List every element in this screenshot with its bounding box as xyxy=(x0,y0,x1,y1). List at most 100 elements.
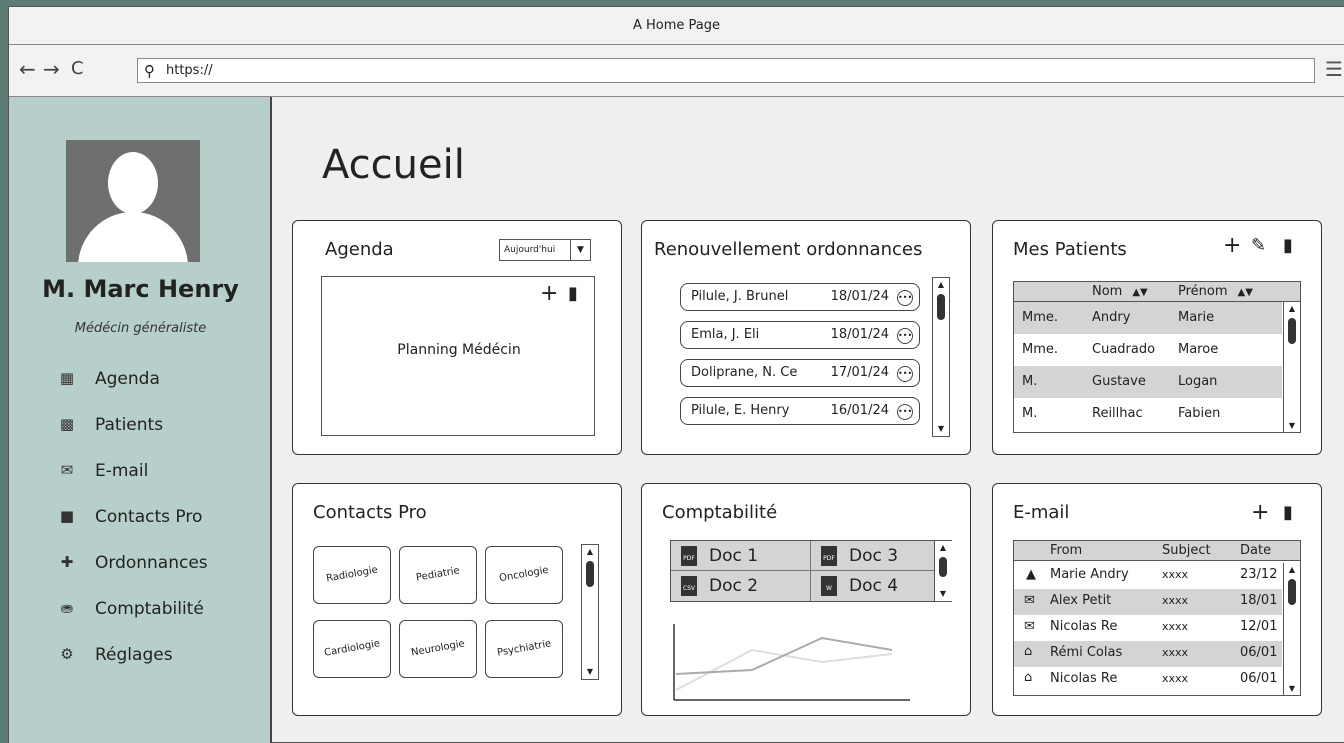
scroll-thumb[interactable] xyxy=(1288,318,1296,344)
chevron-down-icon: ▼ xyxy=(570,240,590,260)
scroll-down-icon[interactable]: ▼ xyxy=(582,667,598,677)
more-options-icon[interactable]: ••• xyxy=(897,328,913,344)
document-item[interactable]: W Doc 4 xyxy=(811,571,935,601)
add-icon[interactable]: + xyxy=(1251,502,1269,524)
renewal-label: Emla, J. Eli xyxy=(691,327,760,342)
forward-arrow-icon[interactable]: → xyxy=(43,59,60,79)
document-item[interactable]: CSV Doc 2 xyxy=(671,571,811,601)
table-row[interactable]: ✉ Alex Petit xxxx 18/01 xyxy=(1014,589,1282,615)
cell-date: 23/12 xyxy=(1240,567,1278,582)
renewals-scrollbar[interactable]: ▲ ▼ xyxy=(932,277,950,437)
scroll-down-icon[interactable]: ▼ xyxy=(935,589,951,599)
cell-nom: Gustave xyxy=(1092,374,1146,389)
scroll-up-icon[interactable]: ▲ xyxy=(1284,565,1300,575)
cell-from: Nicolas Re xyxy=(1050,619,1118,634)
scroll-up-icon[interactable]: ▲ xyxy=(1284,304,1300,314)
table-header: Nom ▲▼ Prénom ▲▼ xyxy=(1014,282,1300,302)
user-role: Médécin généraliste xyxy=(74,321,207,336)
cell-nom: Andry xyxy=(1092,310,1131,325)
contact-chip[interactable]: Radiologie xyxy=(313,546,391,604)
email-scrollbar[interactable]: ▲ ▼ xyxy=(1283,563,1300,695)
contacts-title: Contacts Pro xyxy=(313,502,427,523)
scroll-thumb[interactable] xyxy=(939,557,947,577)
url-input[interactable]: ⚲ https:// xyxy=(137,58,1315,83)
trash-icon[interactable]: ▮ xyxy=(568,283,578,305)
contact-chip[interactable]: Psychiatrie xyxy=(485,620,563,678)
column-label: Prénom xyxy=(1178,284,1228,299)
pdf-file-icon: PDF xyxy=(821,546,837,566)
table-header: From Subject Date xyxy=(1014,541,1300,561)
envelope-icon: ✉ xyxy=(60,461,74,479)
table-row[interactable]: ⌂ Rémi Colas xxxx 06/01 xyxy=(1014,641,1282,667)
chip-label: Cardiologie xyxy=(323,638,381,659)
reload-icon[interactable]: C xyxy=(71,59,84,79)
renewal-label: Doliprane, N. Ce xyxy=(691,365,798,380)
scroll-up-icon[interactable]: ▲ xyxy=(933,280,949,290)
url-text: https:// xyxy=(166,63,213,78)
scroll-down-icon[interactable]: ▼ xyxy=(933,424,949,434)
scroll-thumb[interactable] xyxy=(586,561,594,587)
table-row[interactable]: Mme. Andry Marie xyxy=(1014,302,1282,334)
renewal-item[interactable]: Emla, J. Eli 18/01/24 ••• xyxy=(680,321,920,349)
cell-nom: Reillhac xyxy=(1092,406,1143,421)
scroll-up-icon[interactable]: ▲ xyxy=(935,543,951,553)
renewal-item[interactable]: Pilule, J. Brunel 18/01/24 ••• xyxy=(680,283,920,311)
add-icon[interactable]: + xyxy=(1223,235,1241,257)
new-mail-icon: ✉ xyxy=(1024,593,1035,608)
period-select[interactable]: Aujourd'hui ▼ xyxy=(499,239,591,261)
scroll-thumb[interactable] xyxy=(1288,579,1296,605)
trash-icon[interactable]: ▮ xyxy=(1283,502,1293,524)
hamburger-menu-icon[interactable]: ☰ xyxy=(1325,59,1343,79)
document-item[interactable]: PDF Doc 1 xyxy=(671,541,811,571)
table-row[interactable]: ▲ Marie Andry xxxx 23/12 xyxy=(1014,563,1282,589)
column-header-prenom[interactable]: Prénom ▲▼ xyxy=(1178,284,1253,299)
renewal-date: 17/01/24 xyxy=(830,365,889,380)
contact-chip[interactable]: Pediatrie xyxy=(399,546,477,604)
scroll-down-icon[interactable]: ▼ xyxy=(1284,684,1300,694)
renewal-item[interactable]: Doliprane, N. Ce 17/01/24 ••• xyxy=(680,359,920,387)
table-row[interactable]: M. Reillhac Fabien xyxy=(1014,398,1282,430)
document-item[interactable]: PDF Doc 3 xyxy=(811,541,935,571)
table-row[interactable]: Mme. Cuadrado Maroe xyxy=(1014,334,1282,366)
column-header-date[interactable]: Date xyxy=(1240,543,1271,558)
column-header-subject[interactable]: Subject xyxy=(1162,543,1211,558)
coins-icon: ⛂ xyxy=(60,599,74,617)
edit-pencil-icon[interactable]: ✎ xyxy=(1251,235,1266,257)
column-label: Nom xyxy=(1092,284,1123,299)
cell-subject: xxxx xyxy=(1162,594,1189,607)
add-icon[interactable]: + xyxy=(540,283,558,305)
window-titlebar: A Home Page xyxy=(9,7,1344,45)
scroll-up-icon[interactable]: ▲ xyxy=(582,547,598,557)
scroll-down-icon[interactable]: ▼ xyxy=(1284,421,1300,431)
more-options-icon[interactable]: ••• xyxy=(897,366,913,382)
table-row[interactable]: ✉ Nicolas Re xxxx 12/01 xyxy=(1014,615,1282,641)
table-row[interactable]: ⌂ Nicolas Re xxxx 06/01 xyxy=(1014,667,1282,693)
more-options-icon[interactable]: ••• xyxy=(897,404,913,420)
prescription-icon: ✚ xyxy=(60,553,74,571)
planning-label: Planning Médécin xyxy=(397,342,521,358)
user-name: M. Marc Henry xyxy=(42,275,239,303)
contact-chip[interactable]: Cardiologie xyxy=(313,620,391,678)
trash-icon[interactable]: ▮ xyxy=(1283,235,1293,257)
cell-nom: Cuadrado xyxy=(1092,342,1156,357)
period-select-value: Aujourd'hui xyxy=(504,245,556,255)
contact-chip[interactable]: Neurologie xyxy=(399,620,477,678)
table-row[interactable]: M. Gustave Logan xyxy=(1014,366,1282,398)
open-envelope-icon: ⌂ xyxy=(1024,670,1033,685)
more-options-icon[interactable]: ••• xyxy=(897,290,913,306)
renewal-date: 18/01/24 xyxy=(830,289,889,304)
documents-scrollbar[interactable]: ▲ ▼ xyxy=(934,541,952,601)
document-label: Doc 1 xyxy=(709,546,759,566)
contacts-scrollbar[interactable]: ▲ ▼ xyxy=(581,544,599,680)
renewal-item[interactable]: Pilule, E. Henry 16/01/24 ••• xyxy=(680,397,920,425)
patients-scrollbar[interactable]: ▲ ▼ xyxy=(1283,302,1300,432)
column-header-nom[interactable]: Nom ▲▼ xyxy=(1092,284,1148,299)
contact-chip[interactable]: Oncologie xyxy=(485,546,563,604)
agenda-title: Agenda xyxy=(325,239,394,260)
column-header-from[interactable]: From xyxy=(1050,543,1082,558)
scroll-thumb[interactable] xyxy=(937,294,945,320)
back-arrow-icon[interactable]: ← xyxy=(19,59,36,79)
chip-label: Oncologie xyxy=(498,564,550,585)
cell-title: M. xyxy=(1022,374,1038,389)
accounting-title: Comptabilité xyxy=(662,502,778,523)
